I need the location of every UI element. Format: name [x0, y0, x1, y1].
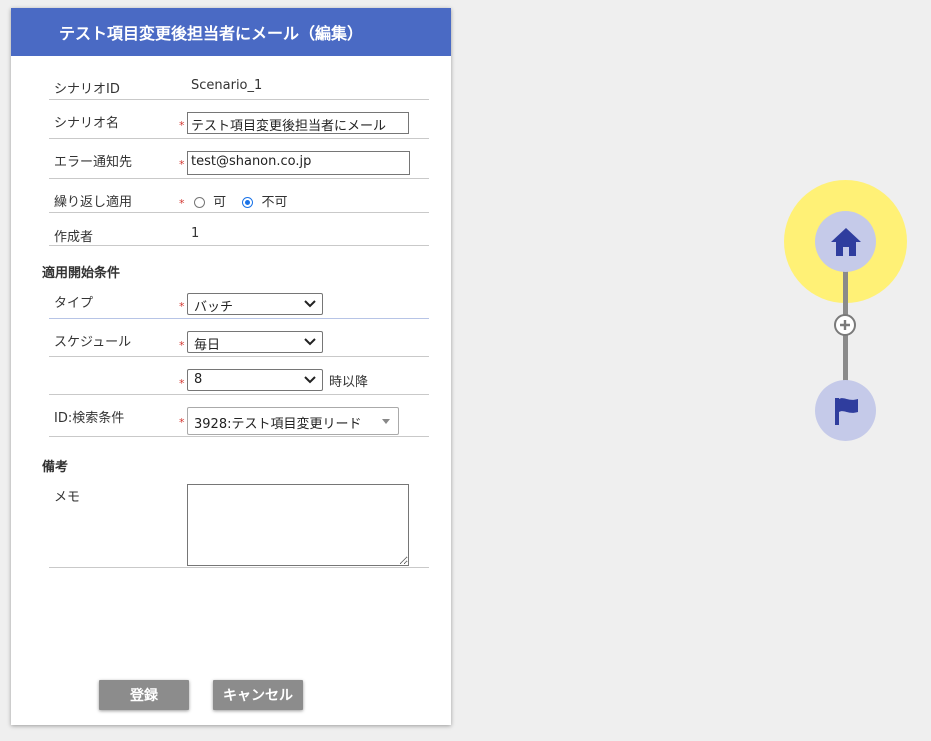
- creator-value: 1: [191, 226, 200, 241]
- scenario-name-row: シナリオ名 * テスト項目変更後担当者にメール: [49, 100, 429, 139]
- required-mark: *: [179, 300, 185, 313]
- repeat-yes-radio[interactable]: [194, 197, 205, 208]
- hour-select-value: 8: [194, 372, 203, 387]
- required-mark: *: [179, 339, 185, 352]
- schedule-row: スケジュール * 毎日: [49, 319, 429, 357]
- chevron-down-icon: [304, 300, 316, 308]
- error-notify-label: エラー通知先: [54, 155, 133, 170]
- required-mark: *: [179, 119, 185, 132]
- search-condition-select[interactable]: 3928:テスト項目変更リード: [187, 407, 399, 435]
- repeat-row: 繰り返し適用 * 可 不可: [49, 179, 429, 213]
- plus-icon: [840, 320, 850, 330]
- cancel-button[interactable]: キャンセル: [213, 680, 303, 710]
- type-select-value: バッチ: [194, 300, 234, 315]
- memo-textarea[interactable]: [187, 484, 409, 566]
- hour-select[interactable]: 8: [187, 369, 323, 391]
- creator-label: 作成者: [54, 230, 94, 245]
- register-button[interactable]: 登録: [99, 680, 189, 710]
- required-mark: *: [179, 158, 185, 171]
- error-notify-row: エラー通知先 * test@shanon.co.jp: [49, 139, 429, 179]
- repeat-no-radio[interactable]: [242, 197, 254, 208]
- type-row: タイプ * バッチ: [49, 280, 429, 319]
- repeat-radio-group: 可 不可: [194, 191, 287, 210]
- search-condition-label: ID:検索条件: [54, 411, 125, 426]
- error-notify-input[interactable]: test@shanon.co.jp: [187, 151, 410, 175]
- memo-label: メモ: [54, 490, 81, 505]
- add-step-button[interactable]: [834, 314, 856, 336]
- search-condition-row: ID:検索条件 * 3928:テスト項目変更リード: [49, 395, 429, 437]
- schedule-label: スケジュール: [54, 335, 132, 350]
- scenario-edit-dialog: テスト項目変更後担当者にメール（編集） シナリオID Scenario_1 シナ…: [11, 8, 451, 725]
- home-icon: [830, 227, 861, 256]
- scenario-name-input[interactable]: テスト項目変更後担当者にメール: [187, 112, 409, 134]
- search-condition-value: 3928:テスト項目変更リード: [194, 417, 362, 432]
- flag-icon: [834, 397, 858, 425]
- scenario-id-row: シナリオID Scenario_1: [49, 76, 429, 100]
- repeat-no-label[interactable]: 不可: [261, 195, 287, 210]
- schedule-select[interactable]: 毎日: [187, 331, 323, 353]
- required-mark: *: [179, 197, 185, 210]
- end-node[interactable]: [815, 380, 876, 441]
- chevron-down-icon: [304, 376, 316, 384]
- start-conditions-heading: 適用開始条件: [42, 266, 121, 281]
- repeat-yes-label[interactable]: 可: [213, 195, 226, 210]
- repeat-label: 繰り返し適用: [54, 195, 133, 210]
- caret-down-icon: [382, 419, 390, 424]
- dialog-title: テスト項目変更後担当者にメール（編集）: [11, 8, 451, 56]
- scenario-id-value: Scenario_1: [191, 78, 263, 93]
- chevron-down-icon: [304, 338, 316, 346]
- required-mark: *: [179, 377, 185, 390]
- scenario-id-label: シナリオID: [54, 82, 120, 97]
- schedule-select-value: 毎日: [194, 338, 221, 353]
- scenario-name-label: シナリオ名: [54, 116, 120, 131]
- start-node[interactable]: [815, 211, 876, 272]
- type-select[interactable]: バッチ: [187, 293, 323, 315]
- hour-row: * 8 時以降: [49, 357, 429, 395]
- notes-heading: 備考: [42, 460, 69, 475]
- type-label: タイプ: [54, 296, 94, 311]
- creator-row: 作成者 1: [49, 213, 429, 246]
- hour-suffix: 時以降: [329, 375, 369, 390]
- required-mark: *: [179, 416, 185, 429]
- memo-row: メモ: [49, 474, 429, 568]
